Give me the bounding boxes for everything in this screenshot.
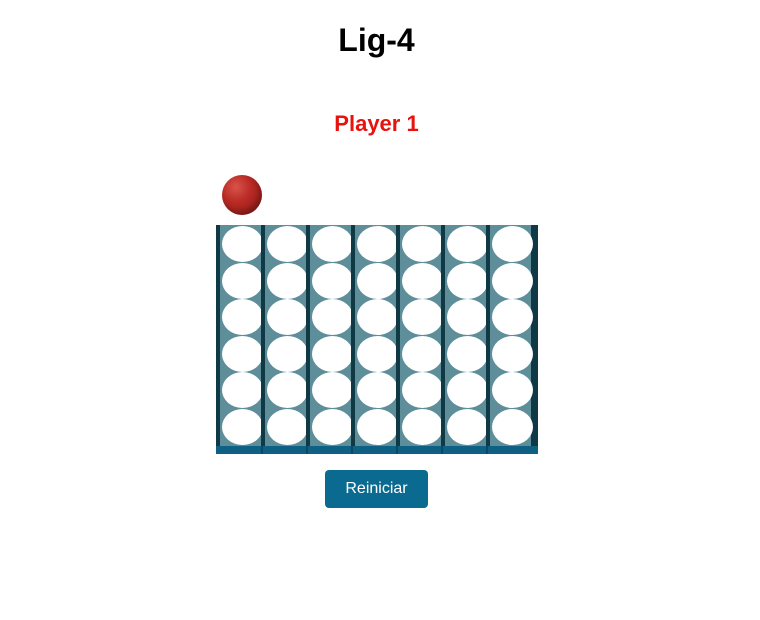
board-cell — [312, 299, 353, 336]
board-cell — [312, 372, 353, 409]
board-column-2[interactable] — [261, 225, 308, 446]
board-cell — [267, 262, 308, 299]
board-cell — [222, 299, 263, 336]
board-base-divider — [396, 446, 398, 454]
board-cell — [222, 262, 263, 299]
game-board — [216, 225, 538, 454]
board-cell — [267, 372, 308, 409]
board-cell — [357, 226, 398, 262]
board-cell — [447, 226, 488, 262]
board-column-3[interactable] — [306, 225, 353, 446]
board-right-edge — [531, 225, 538, 446]
board-cell — [492, 409, 533, 445]
board-cell — [357, 409, 398, 445]
board-cell — [402, 226, 443, 262]
board-cell — [492, 262, 533, 299]
current-player-label: Player 1 — [334, 111, 419, 136]
board-cell — [402, 409, 443, 445]
board-cell — [447, 372, 488, 409]
board-base-divider — [306, 446, 308, 454]
board-base-divider — [441, 446, 443, 454]
board-cell — [267, 409, 308, 445]
board-cell — [222, 335, 263, 372]
board-cell — [312, 226, 353, 262]
board-cell — [222, 409, 263, 445]
board-base-divider — [351, 446, 353, 454]
game-page: Lig-4 Player 1 Reiniciar — [0, 0, 760, 620]
board-cell — [447, 299, 488, 336]
next-piece-red[interactable] — [222, 175, 262, 215]
board-cell — [357, 335, 398, 372]
board-cell — [402, 262, 443, 299]
board-cell — [402, 335, 443, 372]
board-cell — [267, 335, 308, 372]
board-cell — [447, 335, 488, 372]
board-cell — [447, 262, 488, 299]
board-cell — [492, 335, 533, 372]
board-cell — [492, 226, 533, 262]
board-cell — [222, 372, 263, 409]
board-column-6[interactable] — [441, 225, 488, 446]
board-cell — [312, 262, 353, 299]
board-cell — [312, 409, 353, 445]
board-cell — [492, 299, 533, 336]
board-column-7[interactable] — [486, 225, 533, 446]
board-base-divider — [261, 446, 263, 454]
board-column-5[interactable] — [396, 225, 443, 446]
board-cell — [267, 226, 308, 262]
board-column-1[interactable] — [216, 225, 263, 446]
board-cell — [492, 372, 533, 409]
board-cell — [447, 409, 488, 445]
board-base — [216, 446, 538, 454]
board-cell — [312, 335, 353, 372]
board-base-divider — [486, 446, 488, 454]
board-cell — [357, 262, 398, 299]
board-cell — [402, 372, 443, 409]
board-cell — [222, 226, 263, 262]
board-cell — [267, 299, 308, 336]
board-column-4[interactable] — [351, 225, 398, 446]
board-cell — [402, 299, 443, 336]
board-cell — [357, 299, 398, 336]
page-title: Lig-4 — [338, 22, 415, 58]
restart-button[interactable]: Reiniciar — [325, 470, 428, 508]
board-cell — [357, 372, 398, 409]
